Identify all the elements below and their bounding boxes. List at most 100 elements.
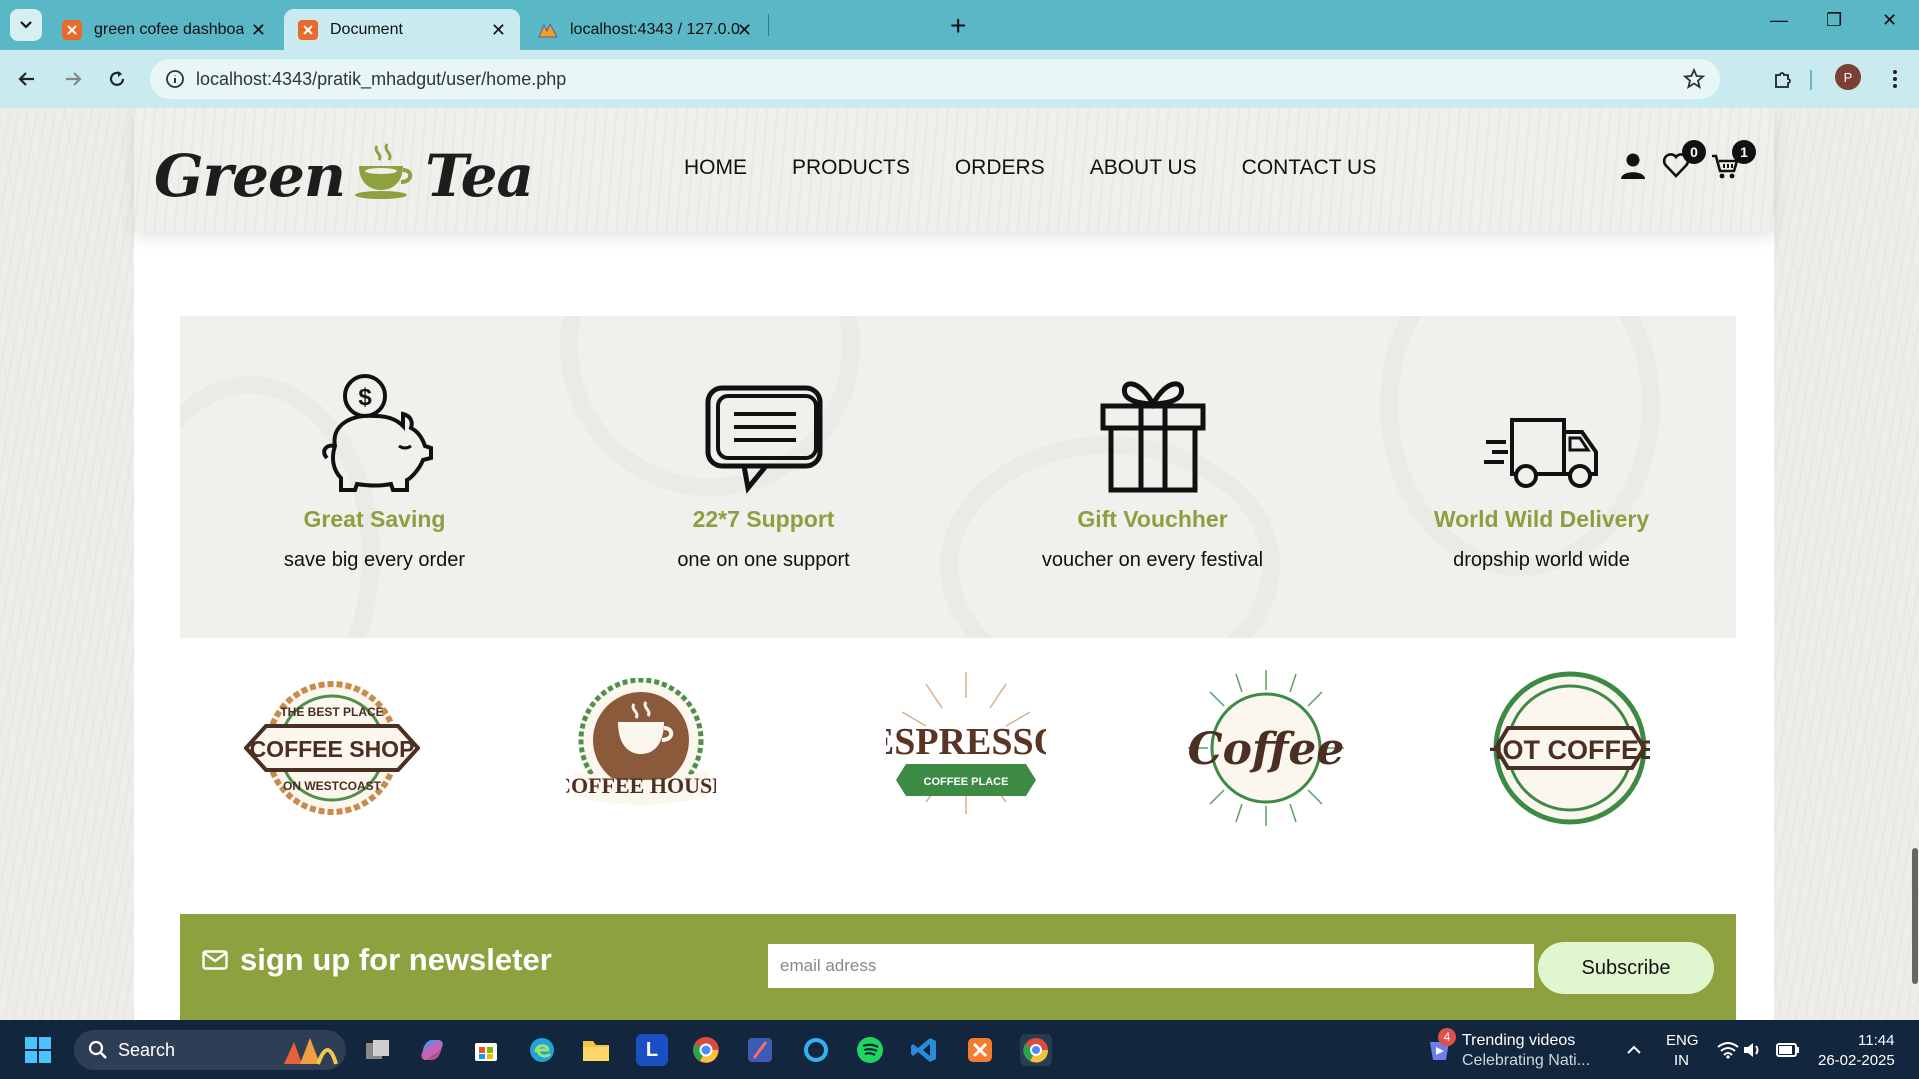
tab-phpmyadmin[interactable]: localhost:4343 / 127.0.0.1 / gree ✕ (524, 9, 766, 50)
browser-toolbar: localhost:4343/pratik_mhadgut/user/home.… (0, 50, 1919, 108)
tab-document[interactable]: Document ✕ (284, 9, 520, 50)
site-info-icon[interactable] (164, 68, 186, 90)
copilot-icon[interactable] (416, 1034, 448, 1066)
chrome-icon[interactable] (690, 1034, 722, 1066)
badge-main-text: HOT COFFEE (1490, 735, 1650, 765)
nav-home[interactable]: HOME (684, 156, 747, 180)
battery-icon[interactable] (1772, 1034, 1804, 1066)
profile-avatar[interactable]: P (1835, 64, 1861, 90)
restore-icon[interactable]: ❐ (1826, 10, 1842, 31)
nav-about-us[interactable]: ABOUT US (1090, 156, 1197, 180)
nav-contact-us[interactable]: CONTACT US (1242, 156, 1377, 180)
feature-description: one on one support (677, 549, 850, 571)
espresso-badge: ESPRESSO COFFEE PLACE (886, 672, 1046, 814)
site-logo[interactable]: Green Tea (154, 130, 534, 210)
search-icon (88, 1040, 107, 1059)
badge-bottom-text: COFFEE PLACE (924, 776, 1009, 788)
tab-title: Document (330, 20, 403, 38)
logo-word-tea: Tea (425, 142, 534, 210)
badge-bottom-text: ON WESTCOAST (283, 779, 382, 793)
windows-logo-icon (25, 1037, 51, 1063)
brand-logos: THE BEST PLACE COFFEE SHOP ON WESTCOAST … (180, 668, 1736, 868)
tab-title: localhost:4343 / 127.0.0.1 / gree (570, 20, 740, 38)
chrome-profile-taskbar-icon[interactable] (1020, 1034, 1052, 1066)
vscode-icon[interactable] (908, 1034, 940, 1066)
tab-title: green cofee dashboard panel (94, 20, 244, 38)
close-window-icon[interactable]: ✕ (1882, 10, 1897, 31)
subscribe-button[interactable]: Subscribe (1538, 942, 1714, 994)
page-scrollbar-thumb[interactable] (1912, 848, 1918, 984)
xampp-icon (62, 19, 82, 40)
features-section: $ Great Saving save big every order 22*7… (180, 316, 1736, 638)
windows-start-button[interactable] (22, 1034, 54, 1066)
notification-count-badge: 4 (1438, 1028, 1456, 1046)
wishlist-count-badge: 0 (1682, 140, 1706, 164)
feature-title: Gift Vouchher (1077, 506, 1228, 532)
close-tab-icon[interactable]: ✕ (491, 20, 506, 41)
address-bar[interactable]: localhost:4343/pratik_mhadgut/user/home.… (150, 59, 1720, 99)
user-account-button[interactable] (1620, 152, 1646, 185)
minimize-icon[interactable]: — (1770, 10, 1788, 31)
back-button[interactable] (12, 64, 42, 94)
chevron-up-icon[interactable] (1618, 1034, 1650, 1066)
main-nav: HOME PRODUCTS ORDERS ABOUT US CONTACT US (684, 156, 1421, 180)
region-indicator[interactable]: IN (1674, 1052, 1689, 1069)
page-viewport: Green Tea HOME PRODUCTS ORDERS ABOUT US … (0, 108, 1919, 1020)
reload-button[interactable] (102, 64, 132, 94)
bookmark-star-icon[interactable] (1682, 67, 1706, 91)
piggy-bank-icon: $ (321, 374, 433, 492)
spotify-icon[interactable] (854, 1034, 886, 1066)
feature-description: voucher on every festival (1041, 549, 1264, 571)
new-tab-button[interactable]: + (950, 10, 966, 42)
clock-date[interactable]: 26-02-2025 (1818, 1052, 1895, 1069)
task-view-icon[interactable] (362, 1034, 394, 1066)
coffee-shop-badge: THE BEST PLACE COFFEE SHOP ON WESTCOAST (244, 681, 420, 815)
newsletter-email-input[interactable] (768, 944, 1534, 988)
url-text: localhost:4343/pratik_mhadgut/user/home.… (196, 69, 567, 89)
feature-description: dropship world wide (1453, 549, 1630, 571)
phpmyadmin-icon (538, 20, 558, 40)
badge-main-text: COFFEE SHOP (250, 736, 415, 762)
snipping-tool-icon[interactable] (744, 1034, 776, 1066)
delivery-truck-icon (1483, 418, 1598, 488)
browser-menu-button[interactable] (1880, 64, 1910, 94)
nav-products[interactable]: PRODUCTS (792, 156, 910, 180)
language-indicator[interactable]: ENG (1666, 1032, 1699, 1049)
close-tab-icon[interactable]: ✕ (737, 20, 752, 41)
taskbar-search[interactable]: Search (74, 1030, 346, 1070)
feature-title: Great Saving (303, 506, 446, 532)
toolbar-divider (1810, 70, 1812, 90)
gift-icon (1100, 381, 1205, 493)
windows-taskbar: Search L 4 Trending videos Celebrating N… (0, 1020, 1919, 1079)
xampp-taskbar-icon[interactable] (964, 1034, 996, 1066)
site-header: Green Tea HOME PRODUCTS ORDERS ABOUT US … (134, 108, 1774, 232)
extensions-button[interactable] (1768, 64, 1798, 94)
cart-count-badge: 1 (1732, 140, 1756, 164)
feature-title: 22*7 Support (692, 506, 835, 532)
news-subtitle[interactable]: Celebrating Nati... (1462, 1052, 1590, 1070)
forward-button[interactable] (58, 64, 88, 94)
news-title[interactable]: Trending videos (1462, 1032, 1575, 1050)
cortana-icon[interactable] (800, 1034, 832, 1066)
tab-dashboard[interactable]: green cofee dashboard panel ✕ (48, 9, 280, 50)
edge-browser-icon[interactable] (526, 1034, 558, 1066)
feature-card: World Wild Delivery dropship world wide (1347, 316, 1736, 638)
badge-main-text: Coffee (1188, 724, 1345, 775)
coffee-house-badge: COFFEE HOUSE (566, 678, 716, 805)
volume-icon[interactable] (1736, 1034, 1768, 1066)
newsletter-section: sign up for newsleter Subscribe (180, 914, 1736, 1020)
nav-orders[interactable]: ORDERS (955, 156, 1045, 180)
feature-card: $ Great Saving save big every order (180, 316, 569, 638)
file-explorer-icon[interactable] (580, 1034, 612, 1066)
taskbar-search-label: Search (118, 1040, 176, 1060)
microsoft-store-icon[interactable] (470, 1034, 502, 1066)
close-tab-icon[interactable]: ✕ (251, 20, 266, 41)
feature-card: 22*7 Support one on one support (569, 316, 958, 638)
badge-main-text: COFFEE HOUSE (566, 773, 716, 798)
envelope-icon (202, 950, 228, 970)
l-app-icon[interactable]: L (636, 1034, 668, 1066)
user-icon (1621, 153, 1645, 179)
clock-time[interactable]: 11:44 (1858, 1032, 1894, 1049)
badge-top-text: THE BEST PLACE (280, 705, 383, 719)
tab-search-button[interactable] (10, 9, 42, 41)
